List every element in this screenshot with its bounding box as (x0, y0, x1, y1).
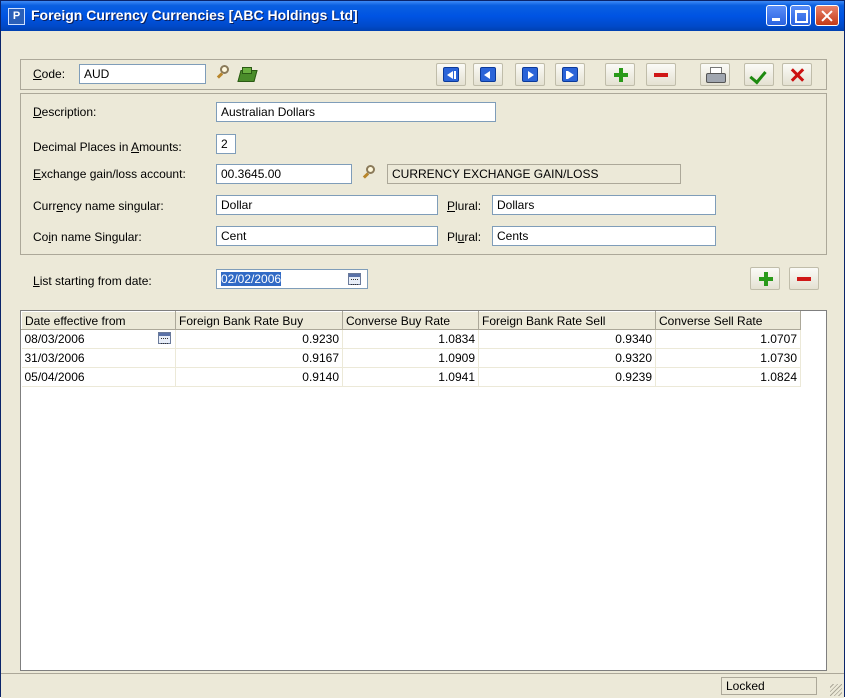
column-header[interactable]: Date effective from (21, 311, 176, 330)
table-cell[interactable]: 1.0824 (655, 367, 801, 387)
description-label: Description: (33, 105, 97, 119)
exchange-account-input[interactable]: 00.3645.00 (216, 164, 352, 184)
code-label: Code: (33, 67, 66, 81)
status-bar: Locked (1, 673, 844, 698)
decimal-places-input[interactable]: 2 (216, 134, 236, 154)
plus-icon (614, 68, 628, 82)
table-cell[interactable]: 31/03/2006 (21, 348, 176, 368)
exchange-account-label: Exchange gain/loss account: (33, 167, 186, 181)
calendar-icon[interactable] (348, 273, 361, 285)
coin-plural-label: Plural: (447, 230, 482, 244)
table-cell[interactable]: 0.9320 (478, 348, 656, 368)
cancel-button[interactable] (782, 63, 812, 86)
currency-singular-input[interactable]: Dollar (216, 195, 438, 215)
table-cell[interactable]: 0.9230 (175, 329, 343, 349)
add-record-button[interactable] (605, 63, 635, 86)
calendar-icon[interactable] (158, 332, 171, 344)
table-row[interactable]: 31/03/2006 0.9167 1.0909 0.9320 1.0730 (21, 348, 801, 368)
rates-table: Date effective from Foreign Bank Rate Bu… (21, 311, 801, 387)
table-cell[interactable]: 08/03/2006 (21, 329, 176, 349)
cross-icon (789, 67, 805, 83)
next-record-icon (522, 67, 538, 82)
last-record-button[interactable] (555, 63, 585, 86)
table-cell[interactable]: 1.0834 (342, 329, 479, 349)
coin-plural-input[interactable]: Cents (492, 226, 716, 246)
table-cell[interactable]: 0.9340 (478, 329, 656, 349)
decimal-places-label: Decimal Places in Amounts: (33, 140, 182, 154)
currency-singular-label: Currency name singular: (33, 199, 164, 213)
save-button[interactable] (744, 63, 774, 86)
print-button[interactable] (700, 63, 730, 86)
table-cell[interactable]: 1.0730 (655, 348, 801, 368)
add-rate-button[interactable] (750, 267, 780, 290)
coin-singular-label: Coin name Singular: (33, 230, 142, 244)
next-record-button[interactable] (515, 63, 545, 86)
last-record-icon (562, 67, 578, 82)
description-input[interactable]: Australian Dollars (216, 102, 496, 122)
lock-status: Locked (721, 677, 817, 695)
list-start-date-label: List starting from date: (33, 274, 152, 288)
previous-record-button[interactable] (473, 63, 503, 86)
column-header[interactable]: Foreign Bank Rate Buy (175, 311, 343, 330)
table-cell[interactable]: 0.9239 (478, 367, 656, 387)
delete-record-button[interactable] (646, 63, 676, 86)
resize-grip-icon[interactable] (830, 684, 842, 696)
table-row[interactable]: 05/04/2006 0.9140 1.0941 0.9239 1.0824 (21, 367, 801, 387)
plus-icon (759, 272, 773, 286)
table-cell[interactable]: 0.9167 (175, 348, 343, 368)
code-input[interactable]: AUD (79, 64, 206, 84)
app-icon: P (8, 8, 25, 25)
exchange-lookup-magnifier-icon[interactable] (362, 165, 377, 181)
table-cell[interactable]: 1.0707 (655, 329, 801, 349)
column-header[interactable]: Foreign Bank Rate Sell (478, 311, 656, 330)
first-record-button[interactable] (436, 63, 466, 86)
table-header-row: Date effective from Foreign Bank Rate Bu… (21, 311, 801, 330)
table-cell[interactable]: 05/04/2006 (21, 367, 176, 387)
currency-plural-input[interactable]: Dollars (492, 195, 716, 215)
window-title: Foreign Currency Currencies [ABC Holding… (31, 7, 358, 23)
table-row[interactable]: 08/03/2006 0.9230 1.0834 0.9340 1.0707 (21, 329, 801, 349)
table-cell[interactable]: 1.0941 (342, 367, 479, 387)
list-start-date-input[interactable]: 02/02/2006 (216, 269, 368, 289)
delete-rate-button[interactable] (789, 267, 819, 290)
table-cell[interactable]: 1.0909 (342, 348, 479, 368)
currency-window: P Foreign Currency Currencies [ABC Holdi… (0, 0, 845, 698)
code-lookup-magnifier-icon[interactable] (216, 65, 231, 81)
minus-icon (654, 73, 668, 77)
folder-icon[interactable] (239, 67, 257, 81)
maximize-button[interactable] (790, 5, 811, 26)
exchange-account-description: CURRENCY EXCHANGE GAIN/LOSS (387, 164, 681, 184)
column-header[interactable]: Converse Sell Rate (655, 311, 801, 330)
table-cell[interactable]: 0.9140 (175, 367, 343, 387)
minimize-button[interactable] (766, 5, 787, 26)
currency-plural-label: Plural: (447, 199, 482, 213)
printer-icon (706, 67, 726, 83)
coin-singular-input[interactable]: Cent (216, 226, 438, 246)
minus-icon (797, 277, 811, 281)
column-header[interactable]: Converse Buy Rate (342, 311, 479, 330)
previous-record-icon (480, 67, 496, 82)
rates-grid[interactable]: Date effective from Foreign Bank Rate Bu… (20, 310, 827, 671)
first-record-icon (443, 67, 459, 82)
title-bar[interactable]: P Foreign Currency Currencies [ABC Holdi… (1, 1, 844, 31)
close-button[interactable] (815, 5, 839, 26)
check-icon (749, 66, 767, 85)
